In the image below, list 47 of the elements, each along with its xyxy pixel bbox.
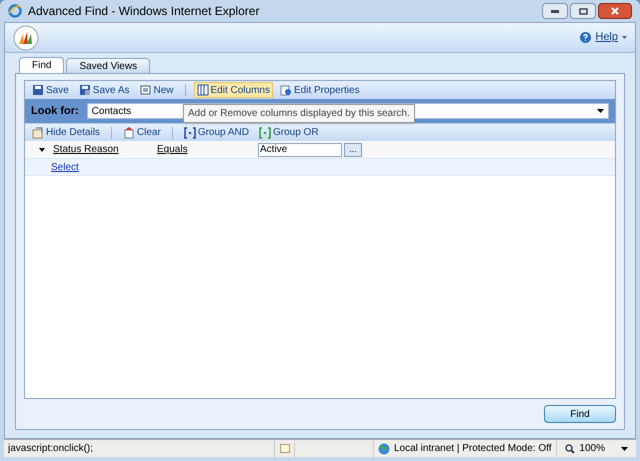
page-alert-icon bbox=[280, 444, 290, 453]
lookup-button[interactable]: ... bbox=[344, 142, 362, 156]
collapse-arrow-icon[interactable] bbox=[39, 148, 45, 152]
caret-icon bbox=[621, 446, 628, 450]
toolbar-button[interactable]: New bbox=[136, 82, 177, 98]
bracket-icon bbox=[258, 126, 271, 138]
caret-icon bbox=[622, 36, 627, 39]
close-button[interactable] bbox=[598, 3, 632, 19]
field-link[interactable]: Status Reason bbox=[53, 142, 157, 157]
find-button[interactable]: Find bbox=[544, 405, 616, 423]
close-icon bbox=[611, 7, 619, 15]
maximize-icon bbox=[578, 8, 588, 14]
columns-icon bbox=[196, 84, 209, 96]
toolbar-button[interactable]: Clear bbox=[120, 124, 164, 140]
tab[interactable]: Find bbox=[19, 57, 64, 73]
window-title: Advanced Find - Windows Internet Explorer bbox=[28, 3, 260, 20]
tooltip: Add or Remove columns displayed by this search. bbox=[183, 104, 415, 123]
dropdown-arrow-icon bbox=[597, 109, 604, 113]
clear-icon bbox=[122, 126, 135, 138]
tab[interactable]: Saved Views bbox=[66, 58, 150, 73]
select-link[interactable]: Select bbox=[51, 160, 79, 174]
minimize-button[interactable] bbox=[542, 3, 568, 19]
help-link[interactable]: Help bbox=[580, 29, 627, 46]
zoom-control[interactable]: 100% bbox=[556, 441, 636, 456]
operator-link[interactable]: Equals bbox=[157, 142, 258, 157]
toolbar-button[interactable]: Save As bbox=[76, 82, 132, 98]
help-icon bbox=[580, 32, 592, 43]
security-zone-text: Local intranet | Protected Mode: Off bbox=[394, 442, 552, 456]
browser-logo-icon bbox=[8, 4, 22, 18]
maximize-button[interactable] bbox=[570, 3, 596, 19]
toolbar-button[interactable]: Hide Details bbox=[29, 124, 103, 140]
toolbar-button[interactable]: Edit Columns bbox=[194, 82, 273, 98]
toolbar-button[interactable]: Edit Properties bbox=[276, 82, 363, 98]
magnifier-icon bbox=[565, 444, 576, 454]
toolbar-button[interactable]: Save bbox=[29, 82, 72, 98]
app-logo-icon bbox=[13, 24, 39, 50]
look-for-label: Look for: bbox=[31, 104, 79, 119]
properties-icon bbox=[280, 84, 292, 96]
bracket-icon bbox=[184, 126, 196, 138]
minimize-icon bbox=[551, 10, 559, 12]
value-field[interactable]: Active bbox=[258, 142, 342, 156]
toolbar-button[interactable]: Group OR bbox=[256, 124, 322, 140]
details-icon bbox=[32, 126, 44, 138]
status-text: javascript:onclick(); bbox=[6, 442, 94, 456]
globe-icon bbox=[378, 442, 390, 454]
toolbar-button[interactable]: Group AND bbox=[180, 124, 252, 140]
new-record-icon bbox=[140, 84, 152, 96]
